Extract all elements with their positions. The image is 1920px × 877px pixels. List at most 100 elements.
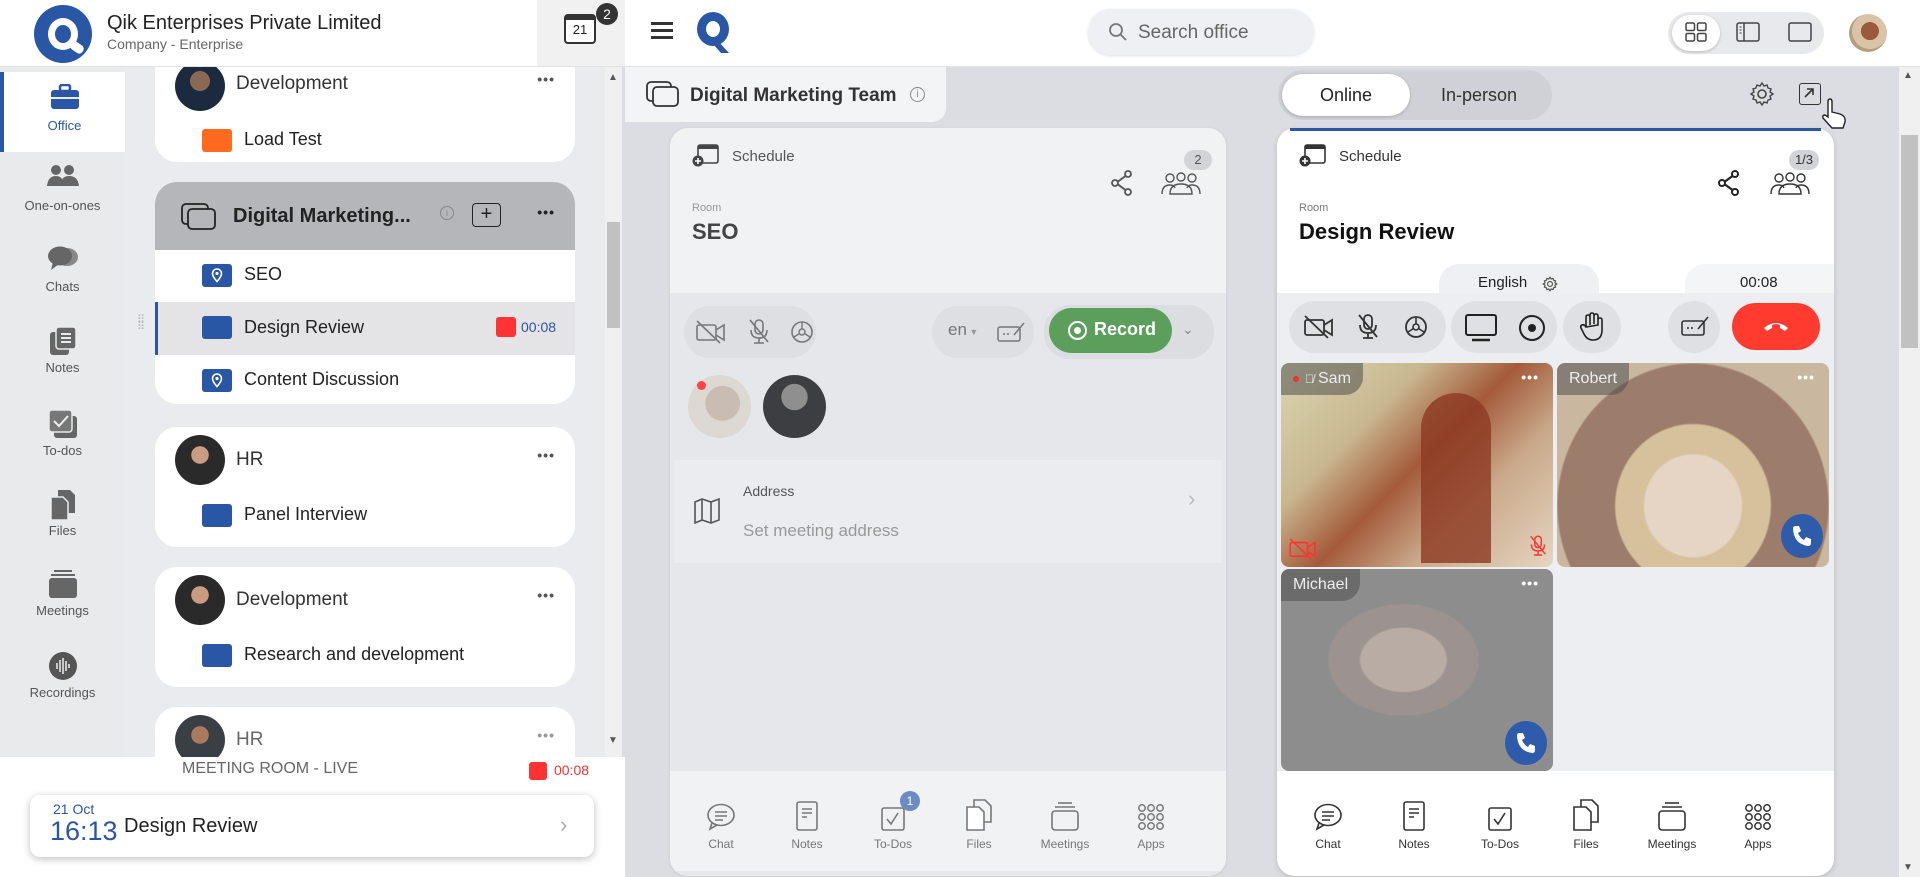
scroll-down-icon[interactable]: ▼ — [1903, 862, 1913, 873]
screen-share-icon[interactable] — [1464, 313, 1498, 343]
add-room-icon[interactable]: + — [472, 203, 501, 227]
in-person-mode-button[interactable]: In-person — [1412, 74, 1546, 116]
team-card[interactable]: HR ••• Panel Interview — [155, 427, 575, 547]
nav-item-office[interactable]: Office — [0, 72, 125, 152]
nav-item-to-dos[interactable]: To-dos — [0, 397, 125, 477]
room-item[interactable]: SEO — [155, 250, 575, 302]
company-logo[interactable] — [34, 5, 92, 63]
call-button[interactable] — [1781, 514, 1823, 558]
call-button[interactable] — [1505, 721, 1547, 765]
nav-item-one-on-ones[interactable]: One-on-ones — [0, 152, 125, 232]
single-view-icon[interactable] — [1788, 22, 1812, 42]
scroll-up-icon[interactable]: ▲ — [1903, 70, 1913, 81]
hang-up-button[interactable] — [1732, 303, 1820, 350]
more-options-icon[interactable]: ••• — [537, 587, 555, 603]
scroll-up-icon[interactable]: ▲ — [608, 72, 618, 83]
more-options-icon[interactable]: ••• — [537, 727, 555, 743]
nav-item-notes[interactable]: Notes — [0, 314, 125, 394]
drag-handle-icon[interactable]: ⠿ ⠿ — [137, 315, 145, 333]
participant-tile-sam[interactable]: 🎙̸ Sam ••• — [1281, 363, 1553, 567]
info-icon[interactable]: i — [910, 87, 925, 102]
share-icon[interactable] — [1717, 170, 1741, 196]
chevron-right-icon[interactable]: › — [560, 812, 567, 838]
mic-off-icon[interactable] — [748, 318, 770, 346]
schedule-label[interactable]: Schedule — [732, 148, 795, 165]
company-name[interactable]: Qik Enterprises Private Limited — [107, 12, 382, 35]
more-options-icon[interactable]: ••• — [1521, 575, 1539, 591]
search-input[interactable]: Search office — [1138, 22, 1249, 44]
bottom-bar-chat[interactable]: Chat — [1293, 797, 1363, 851]
room-item[interactable]: Load Test — [155, 115, 575, 165]
participants-icon[interactable] — [1160, 172, 1202, 196]
info-icon[interactable]: i — [440, 206, 454, 220]
scroll-down-icon[interactable]: ▼ — [608, 735, 618, 746]
bottom-bar-notes[interactable]: Notes — [1379, 797, 1449, 851]
bottom-bar-chat[interactable]: Chat — [686, 797, 756, 851]
captions-icon[interactable] — [997, 321, 1025, 343]
online-mode-button[interactable]: Online — [1282, 74, 1410, 116]
record-icon[interactable] — [1518, 314, 1546, 342]
bottom-bar-to-dos[interactable]: To-Dos 1 — [858, 791, 928, 851]
bottom-bar-notes[interactable]: Notes — [772, 797, 842, 851]
more-options-icon[interactable]: ••• — [1797, 369, 1815, 385]
team-card[interactable]: Development ••• Research and development — [155, 567, 575, 687]
mic-off-icon[interactable] — [1357, 313, 1379, 341]
room-item-active[interactable]: Design Review 00:08 — [155, 302, 575, 355]
participant-tile-robert[interactable]: Robert ••• — [1557, 363, 1829, 567]
team-card[interactable]: HR ••• — [155, 707, 575, 757]
nav-item-chats[interactable]: Chats — [0, 233, 125, 313]
camera-off-icon[interactable] — [1304, 315, 1334, 339]
bottom-bar-meetings[interactable]: Meetings — [1637, 797, 1707, 851]
settings-icon[interactable] — [1749, 81, 1775, 107]
camera-off-icon[interactable] — [696, 320, 726, 344]
participant-name-tag: Michael — [1281, 569, 1361, 601]
user-avatar[interactable] — [1849, 14, 1887, 52]
nav-item-files[interactable]: Files — [0, 477, 125, 557]
room-item[interactable]: Research and development — [155, 630, 575, 680]
main-scrollbar-thumb[interactable] — [1901, 135, 1918, 348]
schedule-icon[interactable] — [1299, 142, 1327, 168]
more-options-icon[interactable]: ••• — [537, 204, 555, 220]
raise-hand-icon[interactable] — [1579, 312, 1605, 342]
bottom-bar-files[interactable]: Files — [944, 797, 1014, 851]
effects-icon[interactable] — [788, 318, 816, 346]
room-item[interactable]: Panel Interview — [155, 490, 575, 540]
more-options-icon[interactable]: ••• — [1521, 369, 1539, 385]
popout-icon[interactable] — [1799, 83, 1821, 105]
nav-item-meetings[interactable]: Meetings — [0, 557, 125, 637]
participant-tile-michael[interactable]: Michael ••• — [1281, 569, 1553, 771]
address-row[interactable] — [674, 460, 1222, 563]
room-name: Design Review — [1299, 219, 1455, 244]
address-input[interactable]: Set meeting address — [743, 521, 899, 541]
team-card-selected[interactable]: Digital Marketing... i + ••• SEO Design … — [155, 182, 575, 404]
chevron-right-icon[interactable]: › — [1188, 486, 1195, 512]
q-logo-icon[interactable] — [695, 10, 733, 54]
schedule-label[interactable]: Schedule — [1339, 148, 1402, 165]
bottom-bar-meetings[interactable]: Meetings — [1030, 797, 1100, 851]
list-scrollbar-thumb[interactable] — [607, 222, 620, 328]
participant-avatar[interactable] — [763, 375, 826, 438]
more-options-icon[interactable]: ••• — [537, 71, 555, 87]
language-select[interactable]: en ▼ — [948, 320, 978, 340]
share-icon[interactable] — [1110, 170, 1134, 196]
more-options-icon[interactable]: ••• — [537, 447, 555, 463]
effects-icon[interactable] — [1402, 313, 1430, 341]
language-settings-icon[interactable] — [1542, 276, 1558, 292]
list-scrollbar[interactable] — [605, 67, 622, 757]
room-item[interactable]: Content Discussion — [155, 355, 575, 404]
nav-item-recordings[interactable]: Recordings — [0, 639, 125, 719]
bottom-bar-to-dos[interactable]: To-Dos — [1465, 797, 1535, 851]
bottom-bar-apps[interactable]: Apps — [1723, 797, 1793, 851]
team-card[interactable]: Development ••• Load Test — [155, 67, 575, 162]
bottom-bar-apps[interactable]: Apps — [1116, 797, 1186, 851]
record-options-chevron-icon[interactable]: ⌄ — [1182, 321, 1194, 338]
hamburger-menu-icon[interactable] — [651, 22, 673, 43]
avatar — [175, 435, 225, 485]
calendar-icon[interactable]: 21 — [564, 14, 596, 44]
bottom-bar-files[interactable]: Files — [1551, 797, 1621, 851]
captions-icon[interactable] — [1681, 315, 1709, 337]
schedule-icon[interactable] — [692, 142, 720, 168]
participants-icon[interactable] — [1769, 172, 1811, 196]
sidebar-view-icon[interactable] — [1736, 22, 1760, 42]
participant-name-tag: 🎙̸ Sam — [1281, 363, 1363, 395]
